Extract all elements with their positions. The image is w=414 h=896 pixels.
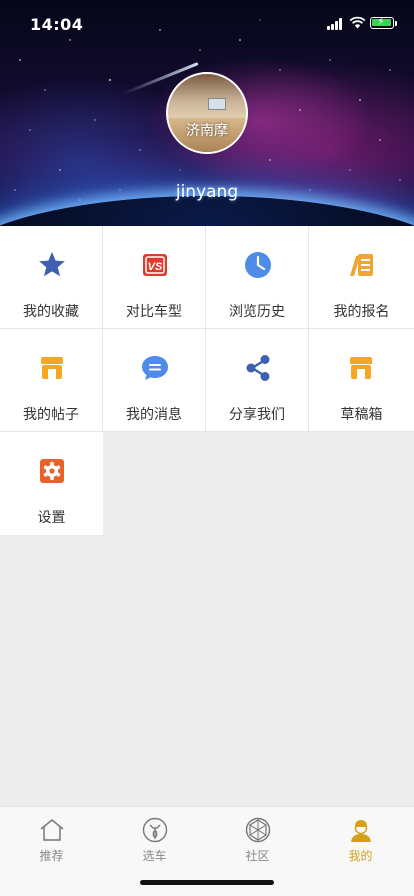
menu-item-favorites[interactable]: 我的收藏 [0,226,103,329]
star-icon [39,252,65,277]
home-indicator[interactable] [140,880,274,885]
battery-icon: ⚡ [370,16,394,29]
status-time: 14:04 [30,15,84,34]
menu-item-settings[interactable]: 设置 [0,432,103,535]
wifi-icon [349,16,366,29]
menu-item-drafts[interactable]: 草稿箱 [309,329,414,432]
menu-item-label: 我的收藏 [23,304,79,320]
menu-item-compare[interactable]: VS 对比车型 [103,226,206,329]
tab-label: 社区 [245,849,270,863]
battery-tip [395,21,397,26]
menu-item-share[interactable]: 分享我们 [206,329,309,432]
profile-icon [351,820,371,842]
tab-choose-car[interactable]: 选车 [103,817,206,869]
menu-item-label: 我的消息 [126,407,182,423]
tab-label: 推荐 [39,849,64,863]
menu-item-label: 浏览历史 [229,304,285,320]
menu-item-label: 我的帖子 [23,407,79,423]
draft-icon [350,357,372,379]
menu-item-label: 对比车型 [126,304,182,320]
menu-item-label: 设置 [37,510,66,526]
shop-icon [41,357,63,379]
menu-item-label: 我的报名 [333,304,390,320]
home-icon [40,819,64,841]
clock-icon [245,252,271,278]
svg-text:VS: VS [148,261,163,273]
tab-recommend[interactable]: 推荐 [0,817,103,869]
motorcycle-icon [142,817,168,843]
message-icon [142,356,168,380]
menu-item-messages[interactable]: 我的消息 [103,329,206,432]
menu-item-posts[interactable]: 我的帖子 [0,329,103,432]
avatar[interactable]: 济南摩 [166,72,248,154]
cellular-signal-icon [327,18,345,30]
tab-label: 选车 [142,849,167,863]
tab-mine[interactable]: 我的 [309,817,412,869]
tab-community[interactable]: 社区 [206,817,309,869]
avatar-photo-screen [208,98,226,110]
share-icon [246,355,270,381]
community-icon [245,817,271,843]
menu-item-signup[interactable]: 我的报名 [309,226,414,329]
vs-icon: VS [143,254,167,276]
avatar-caption: 济南摩 [186,123,228,139]
menu-item-label: 分享我们 [229,407,285,423]
menu-item-history[interactable]: 浏览历史 [206,226,309,329]
menu-item-label: 草稿箱 [340,407,383,423]
gear-icon [40,459,64,483]
signup-icon [350,254,373,276]
tab-label: 我的 [348,849,373,863]
status-bar: 14:04 ⚡ [0,0,414,44]
username: jinyang [175,182,239,202]
